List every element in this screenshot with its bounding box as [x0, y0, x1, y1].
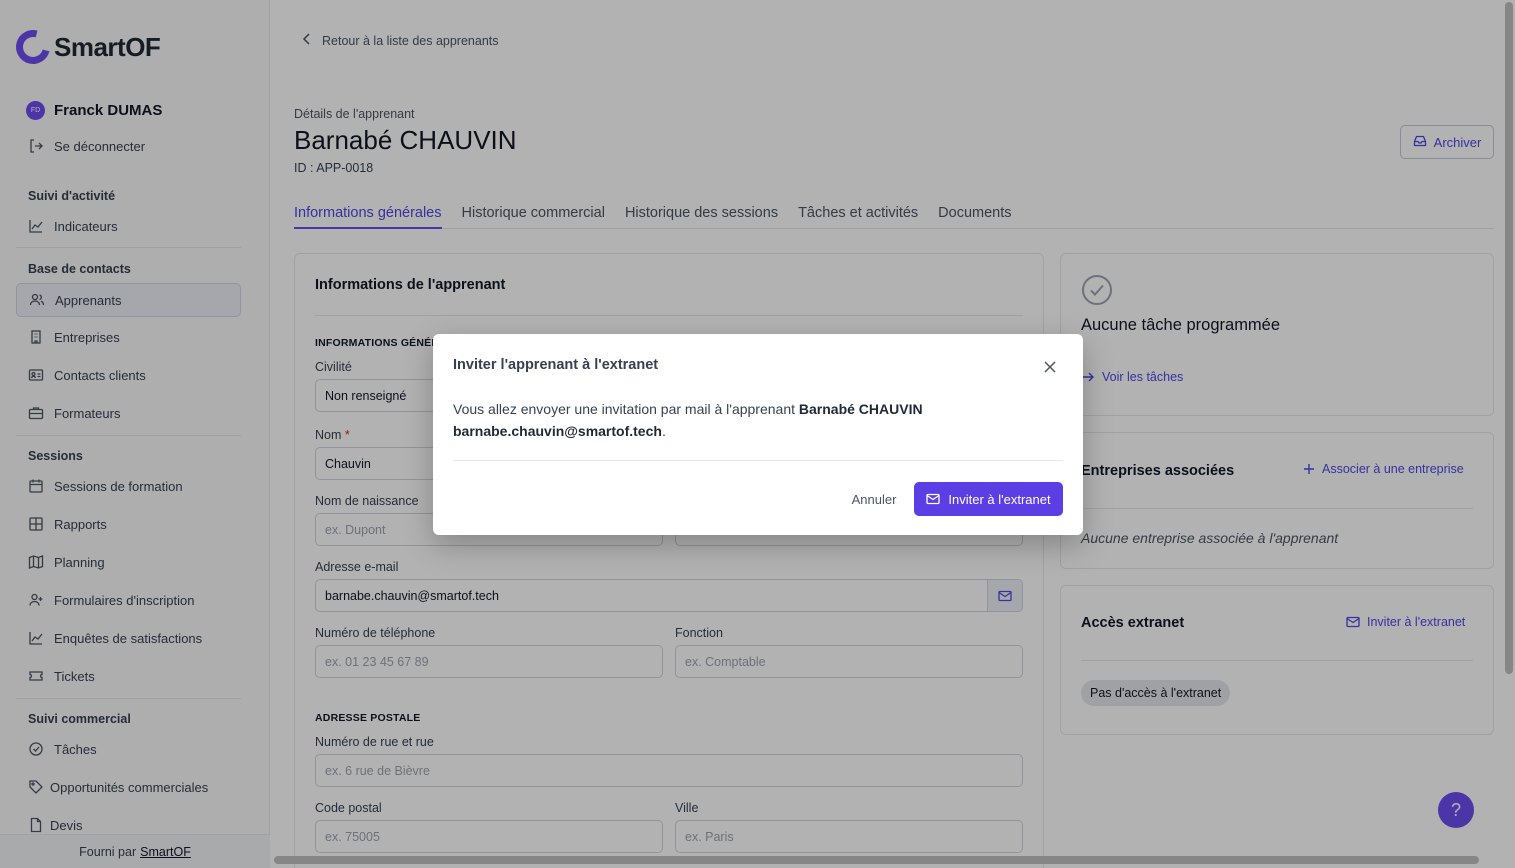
modal-learner-email: barnabe.chauvin@smartof.tech: [453, 423, 662, 439]
modal-message-suffix: .: [661, 423, 666, 439]
mail-icon: [926, 493, 941, 505]
cancel-button[interactable]: Annuler: [841, 482, 907, 516]
modal-learner-name: Barnabé CHAUVIN: [798, 401, 923, 417]
divider: [453, 460, 1063, 461]
invite-extranet-modal: Inviter l'apprenant à l'extranet Vous al…: [433, 334, 1083, 535]
modal-message-text: Vous allez envoyer une invitation par ma…: [453, 401, 795, 417]
modal-title: Inviter l'apprenant à l'extranet: [453, 357, 659, 373]
confirm-invite-label: Inviter à l'extranet: [948, 491, 1051, 507]
close-icon: [1044, 361, 1056, 373]
confirm-invite-button[interactable]: Inviter à l'extranet: [914, 482, 1063, 516]
close-button[interactable]: [1039, 356, 1061, 378]
modal-message: Vous allez envoyer une invitation par ma…: [453, 398, 1063, 442]
